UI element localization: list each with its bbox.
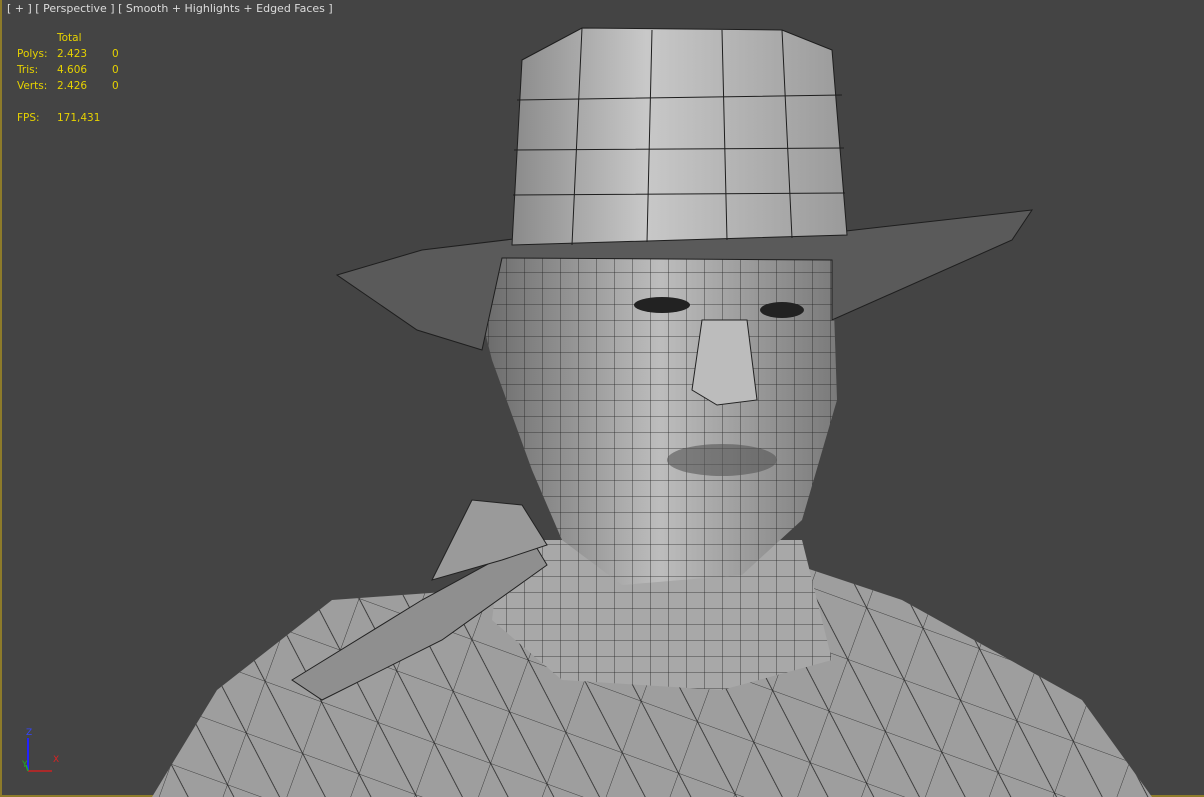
stats-label: Polys: [17, 48, 48, 60]
viewport-shading-menu[interactable]: [ Smooth + Highlights + Edged Faces ] [118, 2, 333, 15]
perspective-viewport[interactable]: [ + ] [ Perspective ] [ Smooth + Highlig… [0, 0, 1204, 797]
stats-selected: 0 [112, 80, 119, 92]
3d-model-character-bust [152, 27, 1152, 797]
viewport-point-of-view-menu[interactable]: [ Perspective ] [35, 2, 114, 15]
fps-label: FPS: [17, 112, 40, 124]
stats-label: Tris: [17, 64, 39, 76]
stats-total: 2.426 [57, 80, 88, 92]
viewport-label: [ + ] [ Perspective ] [ Smooth + Highlig… [7, 2, 333, 15]
stats-label: Verts: [17, 80, 48, 92]
stats-selected: 0 [112, 48, 119, 60]
fps-value: 171,431 [57, 112, 101, 124]
y-axis-label: Y [22, 760, 28, 770]
stats-total: 2.423 [57, 48, 88, 60]
x-axis-label: X [53, 755, 60, 765]
viewport-menu-plus[interactable]: [ + ] [7, 2, 32, 15]
axis-tripod-gizmo: Z X Y [16, 728, 66, 780]
stats-selected: 0 [112, 64, 119, 76]
z-axis-label: Z [26, 728, 33, 738]
stats-total-header: Total [57, 32, 82, 44]
stats-total: 4.606 [57, 64, 88, 76]
